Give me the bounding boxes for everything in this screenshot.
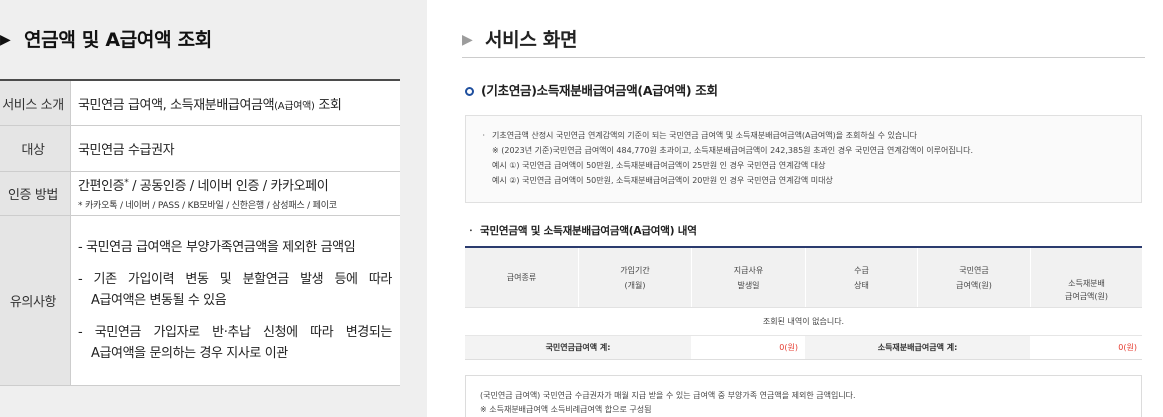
guide-example-2: 예시 ②) 국민연금 급여액이 50만원, 소득재분배급여금액이 20만원 인 … bbox=[492, 176, 833, 185]
column-header-text: 국민연금 bbox=[959, 265, 989, 275]
column-header-text: 수급 bbox=[854, 265, 869, 275]
note-item: - 국민연금 가입자로 반·추납 신청에 따라 변경되는 A급여액을 문의하는 … bbox=[78, 322, 392, 364]
footnote-line: ※ 소득재분배급여액 소득비례급여액 합으로 구성됨 bbox=[480, 405, 652, 414]
row-header-notes: 유의사항 bbox=[0, 216, 71, 385]
guide-example-1: 예시 ①) 국민연금 급여액이 50만원, 소득재분배급여금액이 25만원 인 … bbox=[492, 161, 826, 170]
target-text: 국민연금 수급권자 bbox=[78, 143, 175, 158]
column-header-text: (개월) bbox=[624, 280, 646, 290]
section-title-details: ㆍ 국민연금액 및 소득재분배급여금액(A급여액) 내역 bbox=[466, 223, 697, 239]
footnote-box: (국민연금 급여액) 국민연금 수급권자가 매월 지급 받을 수 있는 급여액 … bbox=[465, 375, 1142, 417]
totals-row: 국민연금급여액 계: 0(원) 소득재분배급여금액 계: 0(원) bbox=[465, 336, 1142, 360]
triangle-right-icon: ▶ bbox=[0, 32, 11, 48]
note-item: - 기존 가입이력 변동 및 분할연금 발생 등에 따라 A급여액은 변동될 수… bbox=[78, 269, 392, 311]
service-description-panel: ▶ 연금액 및 A급여액 조회 서비스 소개 국민연금 급여액, 소득재분배급여금… bbox=[0, 0, 427, 417]
service-screen-title: ▶ 서비스 화면 bbox=[462, 27, 578, 53]
note-line: - 국민연금 가입자로 반·추납 신청에 따라 변경되는 bbox=[78, 325, 392, 340]
dot-bullet-icon: ㆍ bbox=[480, 131, 488, 140]
total-pension-value: 0(원) bbox=[691, 336, 805, 359]
column-header-status: 수급 상태 bbox=[805, 248, 917, 307]
title-divider bbox=[462, 57, 1145, 58]
column-header-text: 급여액(원) bbox=[956, 280, 992, 290]
row-header-target: 대상 bbox=[0, 126, 71, 171]
guide-line: ※ (2023년 기준)국민연금 급여액이 484,770원 초과이고, 소득재… bbox=[492, 146, 973, 155]
section-title-inquiry: (기초연금)소득재분배급여금액(A급여액) 조회 bbox=[481, 83, 718, 98]
guide-line: ㆍ 기초연금액 산정시 국민연금 연계감액의 기준이 되는 국민연금 급여액 및 … bbox=[466, 128, 1141, 143]
total-pension-label: 국민연금급여액 계: bbox=[465, 336, 691, 359]
column-header-text: 발생일 bbox=[737, 280, 760, 290]
service-screen-title-text: 서비스 화면 bbox=[485, 29, 578, 51]
auth-methods-rest: / 공동인증 / 네이버 인증 / 카카오페이 bbox=[128, 179, 329, 194]
table-row-notes: 유의사항 - 국민연금 급여액은 부양가족연금액을 제외한 금액임 - 기존 가… bbox=[0, 216, 400, 386]
total-redistribution-value: 0(원) bbox=[1030, 336, 1142, 359]
column-header-text: 급여금액(원) bbox=[1064, 292, 1109, 301]
table-row-auth-method: 인증 방법 간편인증* / 공동인증 / 네이버 인증 / 카카오페이 * 카카… bbox=[0, 172, 400, 216]
auth-simple-text: 간편인증 bbox=[78, 179, 125, 194]
column-header-text: 가입기간 bbox=[620, 265, 650, 275]
column-header-enrollment-period: 가입기간 (개월) bbox=[578, 248, 691, 307]
footnote-line: (국민연금 급여액) 국민연금 수급권자가 매월 지급 받을 수 있는 급여액 … bbox=[480, 391, 856, 400]
row-value-target: 국민연금 수급권자 bbox=[71, 126, 400, 171]
row-header-auth-method: 인증 방법 bbox=[0, 172, 71, 215]
guide-line-text: 기초연금액 산정시 국민연금 연계감액의 기준이 되는 국민연금 급여액 및 소… bbox=[492, 131, 917, 140]
row-header-service-intro: 서비스 소개 bbox=[0, 81, 71, 125]
table-header: 급여종류 가입기간 (개월) 지급사유 발생일 수급 상태 국민연금 급여액(원… bbox=[465, 248, 1142, 308]
table-row-target: 대상 국민연금 수급권자 bbox=[0, 126, 400, 172]
pension-amount-table: 급여종류 가입기간 (개월) 지급사유 발생일 수급 상태 국민연금 급여액(원… bbox=[465, 246, 1142, 360]
note-line: - 기존 가입이력 변동 및 분할연금 발생 등에 따라 bbox=[78, 272, 392, 287]
service-intro-small-text: (A급여액) bbox=[274, 100, 315, 112]
circle-bullet-icon bbox=[465, 87, 474, 96]
dot-bullet-icon: ㆍ bbox=[466, 225, 476, 237]
column-header-redistribution-amount: 소득재분배 급여금액(원) bbox=[1030, 248, 1142, 307]
page-title: ▶ 연금액 및 A급여액 조회 bbox=[0, 27, 212, 53]
row-value-notes: - 국민연금 급여액은 부양가족연금액을 제외한 금액임 - 기존 가입이력 변… bbox=[71, 216, 400, 385]
total-redistribution-label: 소득재분배급여금액 계: bbox=[805, 336, 1030, 359]
auth-methods-line: 간편인증* / 공동인증 / 네이버 인증 / 카카오페이 bbox=[78, 174, 392, 196]
column-header-pension-amount: 국민연금 급여액(원) bbox=[917, 248, 1030, 307]
column-header-text: 지급사유 bbox=[733, 265, 764, 275]
column-header-text: 상태 bbox=[854, 280, 869, 290]
row-value-service-intro: 국민연금 급여액, 소득재분배급여금액(A급여액) 조회 bbox=[71, 81, 400, 125]
section-title-details-text: 국민연금액 및 소득재분배급여금액(A급여액) 내역 bbox=[480, 225, 697, 237]
service-info-table: 서비스 소개 국민연금 급여액, 소득재분배급여금액(A급여액) 조회 대상 국… bbox=[0, 79, 400, 386]
row-value-auth-method: 간편인증* / 공동인증 / 네이버 인증 / 카카오페이 * 카카오톡 / 네… bbox=[71, 172, 400, 215]
column-header-payment-date: 지급사유 발생일 bbox=[691, 248, 805, 307]
auth-providers-note: * 카카오톡 / 네이버 / PASS / KB모바일 / 신한은행 / 삼성패… bbox=[78, 201, 337, 211]
note-item: - 국민연금 급여액은 부양가족연금액을 제외한 금액임 bbox=[78, 237, 392, 258]
note-line-continued: A급여액은 변동될 수 있음 bbox=[91, 293, 227, 308]
column-header-text: 소득재분배 bbox=[1068, 279, 1105, 288]
note-line: - 국민연금 급여액은 부양가족연금액을 제외한 금액임 bbox=[78, 240, 356, 255]
guide-info-box: ㆍ 기초연금액 산정시 국민연금 연계감액의 기준이 되는 국민연금 급여액 및 … bbox=[465, 115, 1142, 203]
empty-result-message: 조회된 내역이 없습니다. bbox=[465, 308, 1142, 336]
column-header-benefit-type: 급여종류 bbox=[465, 248, 578, 307]
column-header-text: 급여종류 bbox=[506, 273, 537, 282]
table-row-service-intro: 서비스 소개 국민연금 급여액, 소득재분배급여금액(A급여액) 조회 bbox=[0, 81, 400, 126]
triangle-right-icon: ▶ bbox=[462, 32, 473, 48]
service-intro-text: 국민연금 급여액, 소득재분배급여금액 bbox=[78, 97, 275, 113]
service-intro-line: 국민연금 급여액, 소득재분배급여금액(A급여액) 조회 bbox=[78, 94, 392, 113]
service-intro-tail: 조회 bbox=[318, 97, 342, 113]
page-title-text: 연금액 및 A급여액 조회 bbox=[24, 29, 212, 51]
note-line-continued: A급여액을 문의하는 경우 지사로 이관 bbox=[91, 346, 288, 361]
